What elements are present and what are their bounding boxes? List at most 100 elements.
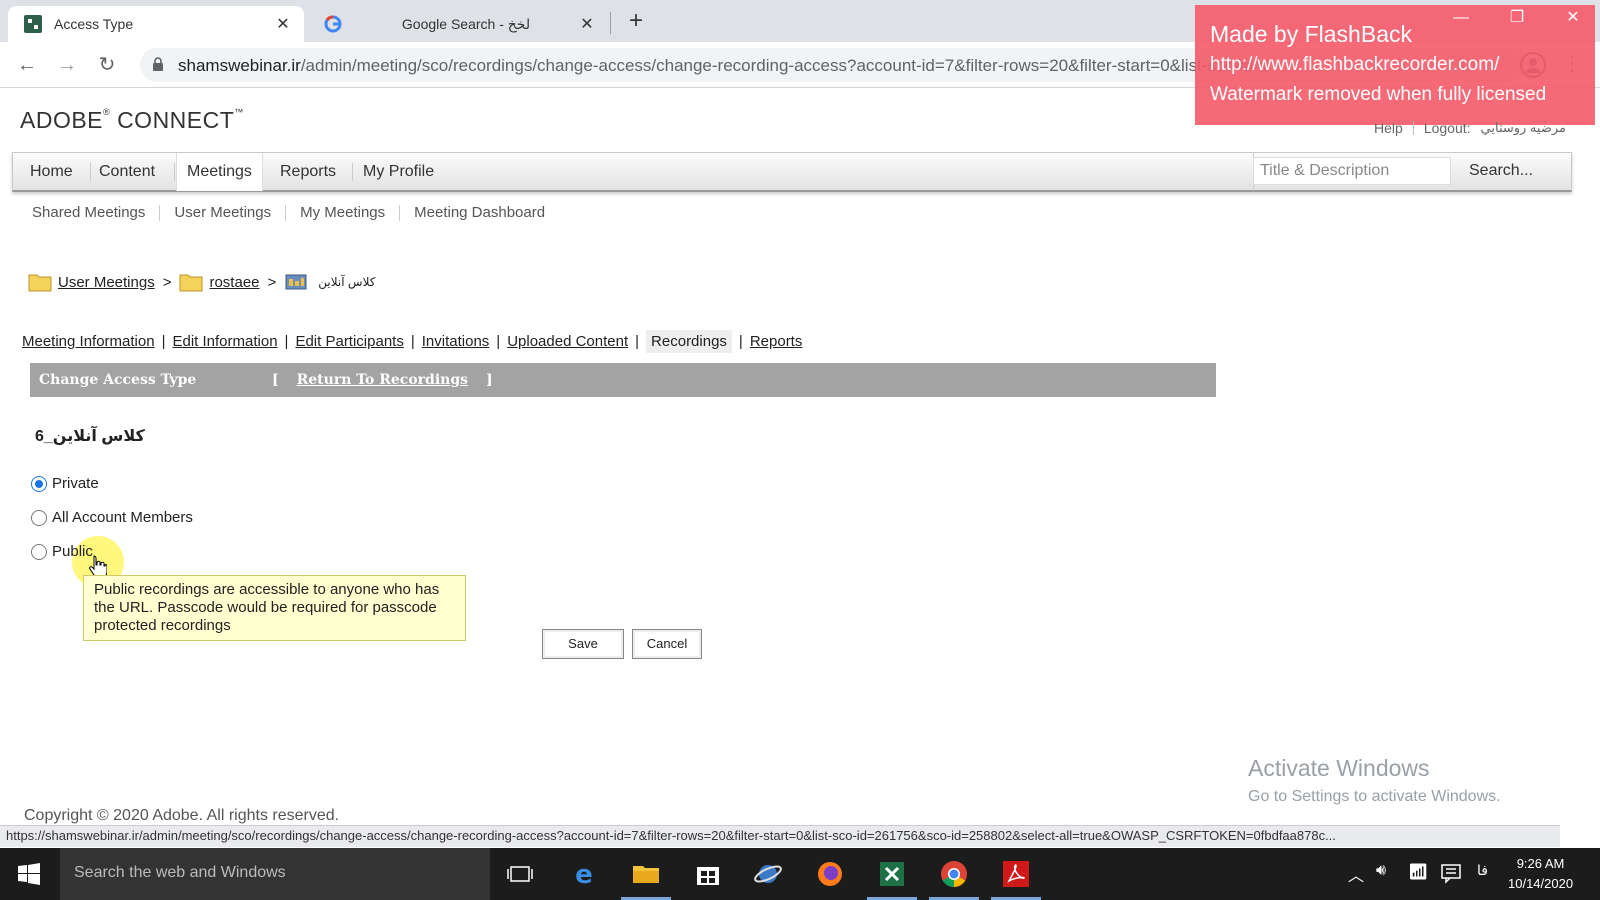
- task-view-icon[interactable]: [504, 858, 536, 890]
- subnav-meeting-dashboard[interactable]: Meeting Dashboard: [414, 204, 559, 221]
- nav-separator: [352, 163, 353, 181]
- activate-windows-watermark: Activate Windows Go to Settings to activ…: [1248, 755, 1501, 806]
- reload-icon[interactable]: ↻: [92, 50, 122, 80]
- save-button[interactable]: Save: [542, 629, 624, 659]
- breadcrumb-user-meetings[interactable]: User Meetings: [58, 274, 155, 291]
- tab-separator: |: [496, 333, 501, 350]
- new-tab-icon[interactable]: +: [622, 8, 650, 36]
- search-input[interactable]: Title & Description: [1253, 157, 1451, 185]
- file-explorer-icon[interactable]: [630, 858, 662, 890]
- tray-overflow-icon[interactable]: ︿: [1348, 862, 1364, 886]
- minimize-icon[interactable]: —: [1438, 4, 1484, 32]
- main-navigation: Home Content Meetings Reports My Profile…: [12, 152, 1572, 192]
- tab-reports[interactable]: Reports: [750, 333, 803, 350]
- tab-invitations[interactable]: Invitations: [422, 333, 490, 350]
- tab-recordings[interactable]: Recordings: [646, 330, 732, 353]
- tab-separator: |: [635, 333, 640, 350]
- bracket-close: ]: [486, 372, 493, 388]
- nav-home[interactable]: Home: [30, 153, 73, 191]
- option-private[interactable]: Private: [31, 475, 99, 492]
- help-link[interactable]: Help: [1374, 120, 1403, 136]
- meeting-tabs: Meeting Information | Edit Information | E…: [22, 330, 802, 353]
- chrome-icon[interactable]: [938, 858, 970, 890]
- clock-time: 9:26 AM: [1516, 856, 1565, 871]
- subnav-user-meetings[interactable]: User Meetings: [174, 204, 285, 221]
- radio-all-account-members[interactable]: [31, 509, 47, 526]
- return-to-recordings-link[interactable]: Return To Recordings: [297, 372, 468, 388]
- svg-text:e: e: [575, 860, 593, 890]
- nav-reports[interactable]: Reports: [280, 153, 336, 191]
- tab-title: Google Search - لخخ: [401, 15, 531, 32]
- excel-icon[interactable]: [876, 858, 908, 890]
- tab-meeting-information[interactable]: Meeting Information: [22, 333, 155, 350]
- system-clock[interactable]: 9:26 AM 10/14/2020: [1508, 854, 1573, 894]
- clock-date: 10/14/2020: [1508, 876, 1574, 891]
- windows-start-icon[interactable]: [18, 863, 40, 885]
- subnav-my-meetings[interactable]: My Meetings: [300, 204, 399, 221]
- acrobat-icon[interactable]: [1000, 858, 1032, 890]
- nav-meetings[interactable]: Meetings: [176, 153, 263, 191]
- back-icon[interactable]: ←: [12, 50, 42, 80]
- option-label: Public: [52, 543, 93, 560]
- language-indicator[interactable]: فا: [1477, 862, 1488, 879]
- logo-word-2: CONNECT: [117, 107, 235, 133]
- taskbar-search-input[interactable]: Search the web and Windows: [60, 848, 490, 900]
- network-icon[interactable]: 📶︎: [1408, 862, 1428, 882]
- folder-icon: [179, 274, 203, 292]
- logout-link[interactable]: Logout:: [1424, 120, 1471, 136]
- activate-subtitle: Go to Settings to activate Windows.: [1248, 788, 1501, 805]
- public-option-tooltip: Public recordings are accessible to anyo…: [83, 575, 466, 641]
- lock-icon: [153, 57, 163, 71]
- tab-uploaded-content[interactable]: Uploaded Content: [507, 333, 628, 350]
- google-icon: [324, 15, 342, 33]
- close-tab-icon[interactable]: ✕: [274, 14, 292, 34]
- edge-browser-icon[interactable]: e: [568, 858, 600, 890]
- close-tab-icon[interactable]: ✕: [578, 14, 596, 34]
- tab-separator: |: [410, 333, 415, 350]
- cancel-button[interactable]: Cancel: [632, 629, 702, 659]
- watermark-line-3: Watermark removed when fully licensed: [1210, 84, 1547, 105]
- option-label: Private: [52, 475, 99, 492]
- radio-public[interactable]: [31, 543, 47, 560]
- maximize-icon[interactable]: ❐: [1494, 4, 1540, 32]
- tab-separator: |: [738, 333, 743, 350]
- url-path: /admin/meeting/sco/recordings/change-acc…: [300, 56, 1268, 75]
- section-title: Change Access Type: [39, 372, 197, 388]
- tab-access-type[interactable]: Access Type ✕: [8, 6, 304, 42]
- windows-taskbar: Search the web and Windows e ︿ 🔊︎ 📶︎ فا …: [0, 848, 1600, 900]
- breadcrumb-separator: >: [267, 273, 277, 291]
- logo-word-1: ADOBE: [20, 107, 104, 133]
- search-button[interactable]: Search...: [1469, 157, 1533, 185]
- close-window-icon[interactable]: ✕: [1550, 4, 1596, 32]
- activate-title: Activate Windows: [1248, 755, 1430, 781]
- nav-separator: [174, 163, 175, 181]
- forward-icon[interactable]: →: [52, 50, 82, 80]
- option-label: All Account Members: [52, 509, 193, 526]
- tab-edit-participants[interactable]: Edit Participants: [295, 333, 403, 350]
- app-icon-orbit[interactable]: [752, 858, 784, 890]
- nav-my-profile[interactable]: My Profile: [363, 153, 434, 191]
- subnav-separator: [159, 204, 161, 221]
- radio-private[interactable]: [31, 475, 47, 492]
- return-link-group: [Return To Recordings]: [272, 372, 493, 388]
- hand-cursor-icon: [89, 555, 107, 577]
- tab-google-search[interactable]: Google Search - لخخ ✕: [312, 6, 608, 42]
- firefox-icon[interactable]: [814, 858, 846, 890]
- status-bar-url: https://shamswebinar.ir/admin/meeting/sc…: [0, 825, 1560, 847]
- tab-separator: [610, 12, 611, 34]
- link-separator: [1412, 121, 1414, 135]
- nav-separator: [90, 163, 91, 181]
- tab-edit-information[interactable]: Edit Information: [172, 333, 277, 350]
- adobe-connect-logo: ADOBE® CONNECT™: [20, 107, 244, 134]
- subnav-shared-meetings[interactable]: Shared Meetings: [32, 204, 159, 221]
- notifications-icon[interactable]: [1440, 862, 1462, 884]
- subnav-separator: [399, 204, 401, 221]
- option-public[interactable]: Public: [31, 543, 93, 560]
- volume-icon[interactable]: 🔊︎: [1376, 862, 1386, 880]
- option-all-account-members[interactable]: All Account Members: [31, 509, 193, 526]
- tab-title: Access Type: [54, 16, 134, 32]
- nav-content[interactable]: Content: [99, 153, 155, 191]
- breadcrumb-rostaee[interactable]: rostaee: [209, 274, 259, 291]
- store-icon[interactable]: [692, 858, 724, 890]
- user-name: مرضيه روستايي: [1480, 120, 1566, 135]
